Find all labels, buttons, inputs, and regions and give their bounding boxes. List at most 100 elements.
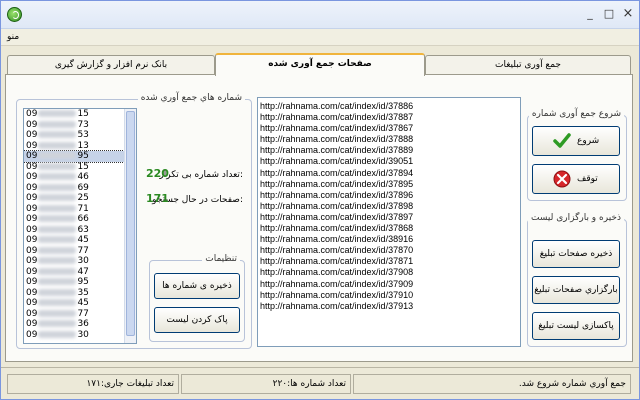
number-list-item[interactable]: 09 66: [24, 214, 136, 225]
tab-software-bank[interactable]: بانک نرم افزار و گزارش گیری: [7, 55, 215, 75]
number-list-item[interactable]: 09 95: [24, 150, 136, 163]
app-icon: [7, 7, 22, 22]
url-list-item[interactable]: http://rahnama.com/cat/index/id/37895: [258, 179, 520, 190]
save-numbers-button[interactable]: ذخیره ی شماره ها: [154, 273, 240, 299]
redacted-digits: [38, 330, 77, 338]
url-list-item[interactable]: http://rahnama.com/cat/index/id/37867: [258, 123, 520, 134]
number-prefix: 09: [26, 109, 38, 119]
number-suffix: 36: [77, 319, 89, 329]
url-list-item[interactable]: http://rahnama.com/cat/index/id/37868: [258, 223, 520, 234]
minimize-button[interactable]: _: [584, 8, 596, 20]
url-list-item[interactable]: http://rahnama.com/cat/index/id/37889: [258, 145, 520, 156]
number-prefix: 09: [26, 140, 38, 151]
url-list-item[interactable]: http://rahnama.com/cat/index/id/37894: [258, 168, 520, 179]
number-suffix: 45: [77, 298, 89, 308]
tab-collect-ads[interactable]: جمع آوری تبلیغات: [425, 55, 631, 75]
settings-group: تنظیمات ذخیره ی شماره ها پاک کردن لیست: [149, 254, 245, 342]
url-list-item[interactable]: http://rahnama.com/cat/index/id/38916: [258, 234, 520, 245]
url-list-item[interactable]: http://rahnama.com/cat/index/id/37888: [258, 134, 520, 145]
redacted-digits: [38, 183, 77, 191]
url-list-item[interactable]: http://rahnama.com/cat/index/id/37871: [258, 256, 520, 267]
url-list-item[interactable]: http://rahnama.com/cat/index/id/37898: [258, 201, 520, 212]
url-list-item[interactable]: http://rahnama.com/cat/index/id/37886: [258, 101, 520, 112]
app-window: _ □ × منو بانک نرم افزار و گزارش گیری صف…: [0, 0, 640, 400]
url-list[interactable]: http://rahnama.com/cat/index/id/37886 htt…: [257, 97, 521, 347]
menu-item-main[interactable]: منو: [7, 32, 19, 42]
redacted-digits: [38, 152, 77, 159]
clear-ads-list-button[interactable]: پاکسازی لیست تبلیغ: [532, 312, 620, 340]
menu-bar: منو: [1, 29, 639, 46]
numbers-group-title: شماره هاي جمع آوري شده: [137, 93, 245, 103]
redacted-digits: [38, 320, 77, 327]
stop-icon: [553, 170, 571, 188]
close-button[interactable]: ×: [622, 7, 634, 20]
number-list-item[interactable]: 09 73: [24, 120, 136, 131]
number-list-item[interactable]: 09 63: [24, 225, 136, 236]
number-suffix: 35: [77, 287, 89, 298]
number-prefix: 09: [26, 224, 38, 235]
clear-list-button[interactable]: پاک کردن لیست: [154, 307, 240, 333]
number-list-item[interactable]: 09 45: [24, 235, 136, 246]
redacted-digits: [38, 141, 77, 149]
tab-panel: شماره هاي جمع آوري شده 09 15 09 73 09 53 09 13 0…: [5, 74, 633, 362]
number-list-item[interactable]: 09 69: [24, 183, 136, 194]
numbers-scroll-thumb[interactable]: [126, 111, 135, 336]
url-list-item[interactable]: http://rahnama.com/cat/index/id/37909: [258, 279, 520, 290]
url-list-item[interactable]: http://rahnama.com/cat/index/id/37910: [258, 290, 520, 301]
url-list-item[interactable]: http://rahnama.com/cat/index/id/37913: [258, 301, 520, 312]
url-list-item[interactable]: http://rahnama.com/cat/index/id/39051: [258, 156, 520, 167]
number-suffix: 73: [77, 119, 89, 130]
numbers-group: شماره هاي جمع آوري شده 09 15 09 73 09 53 09 13 0…: [16, 93, 252, 349]
maximize-button[interactable]: □: [603, 8, 615, 20]
number-suffix: 77: [77, 308, 89, 319]
number-list-item[interactable]: 09 30: [24, 330, 136, 341]
stop-button-label: توقف: [577, 174, 598, 184]
numbers-list[interactable]: 09 15 09 73 09 53 09 13 09 95 09 15 09 46 09 69 09 25 09 71…: [23, 108, 137, 344]
number-suffix: 30: [77, 256, 89, 266]
tab-collected-pages[interactable]: صفحات جمع آوری شده: [215, 53, 425, 76]
start-button[interactable]: شروع: [532, 126, 620, 156]
numbers-scrollbar[interactable]: [124, 109, 136, 343]
number-list-item[interactable]: 09 47: [24, 267, 136, 278]
unique-count-value: 220: [146, 167, 169, 180]
redacted-digits: [38, 267, 77, 275]
searching-pages-value: 171: [146, 192, 169, 205]
load-pages-button[interactable]: بارگزاري صفحات تبليغ: [532, 276, 620, 304]
number-list-item[interactable]: 09 15: [24, 109, 136, 120]
number-list-item[interactable]: 09 30: [24, 256, 136, 267]
redacted-digits: [38, 204, 77, 212]
number-suffix: 95: [77, 277, 89, 287]
number-list-item[interactable]: 09 36: [24, 319, 136, 330]
number-list-item[interactable]: 09 25: [24, 193, 136, 204]
number-prefix: 09: [26, 298, 38, 308]
stop-button[interactable]: توقف: [532, 164, 620, 194]
url-list-item[interactable]: http://rahnama.com/cat/index/id/37897: [258, 212, 520, 223]
redacted-digits: [38, 236, 77, 243]
number-list-item[interactable]: 09 46: [24, 172, 136, 183]
number-prefix: 09: [26, 193, 38, 203]
number-suffix: 47: [77, 266, 89, 277]
number-list-item[interactable]: 09 95: [24, 277, 136, 288]
save-pages-button[interactable]: ذخیره صفحات تبلیغ: [532, 240, 620, 268]
number-prefix: 09: [26, 266, 38, 277]
number-prefix: 09: [26, 151, 38, 161]
save-load-group-title: ذخیره و بارگزاری لیست: [528, 213, 624, 223]
url-list-item[interactable]: http://rahnama.com/cat/index/id/37896: [258, 190, 520, 201]
number-list-item[interactable]: 09 77: [24, 246, 136, 257]
url-list-item[interactable]: http://rahnama.com/cat/index/id/37870: [258, 245, 520, 256]
number-list-item[interactable]: 09 13: [24, 141, 136, 152]
number-list-item[interactable]: 09 15: [24, 162, 136, 173]
status-bar: .جمع آوري شماره شروع شد تعداد شماره ها:۲…: [1, 367, 639, 399]
url-list-item[interactable]: http://rahnama.com/cat/index/id/37908: [258, 267, 520, 278]
number-suffix: 45: [77, 235, 89, 245]
number-list-item[interactable]: 09 77: [24, 309, 136, 320]
number-suffix: 53: [77, 130, 89, 140]
number-list-item[interactable]: 09 35: [24, 288, 136, 299]
number-prefix: 09: [26, 245, 38, 256]
number-list-item[interactable]: 09 53: [24, 130, 136, 141]
url-list-item[interactable]: http://rahnama.com/cat/index/id/37887: [258, 112, 520, 123]
number-list-item[interactable]: 09 71: [24, 204, 136, 215]
number-list-item[interactable]: 09 45: [24, 298, 136, 309]
tab-strip: بانک نرم افزار و گزارش گیری صفحات جمع آو…: [5, 53, 633, 76]
number-suffix: 13: [77, 140, 89, 151]
